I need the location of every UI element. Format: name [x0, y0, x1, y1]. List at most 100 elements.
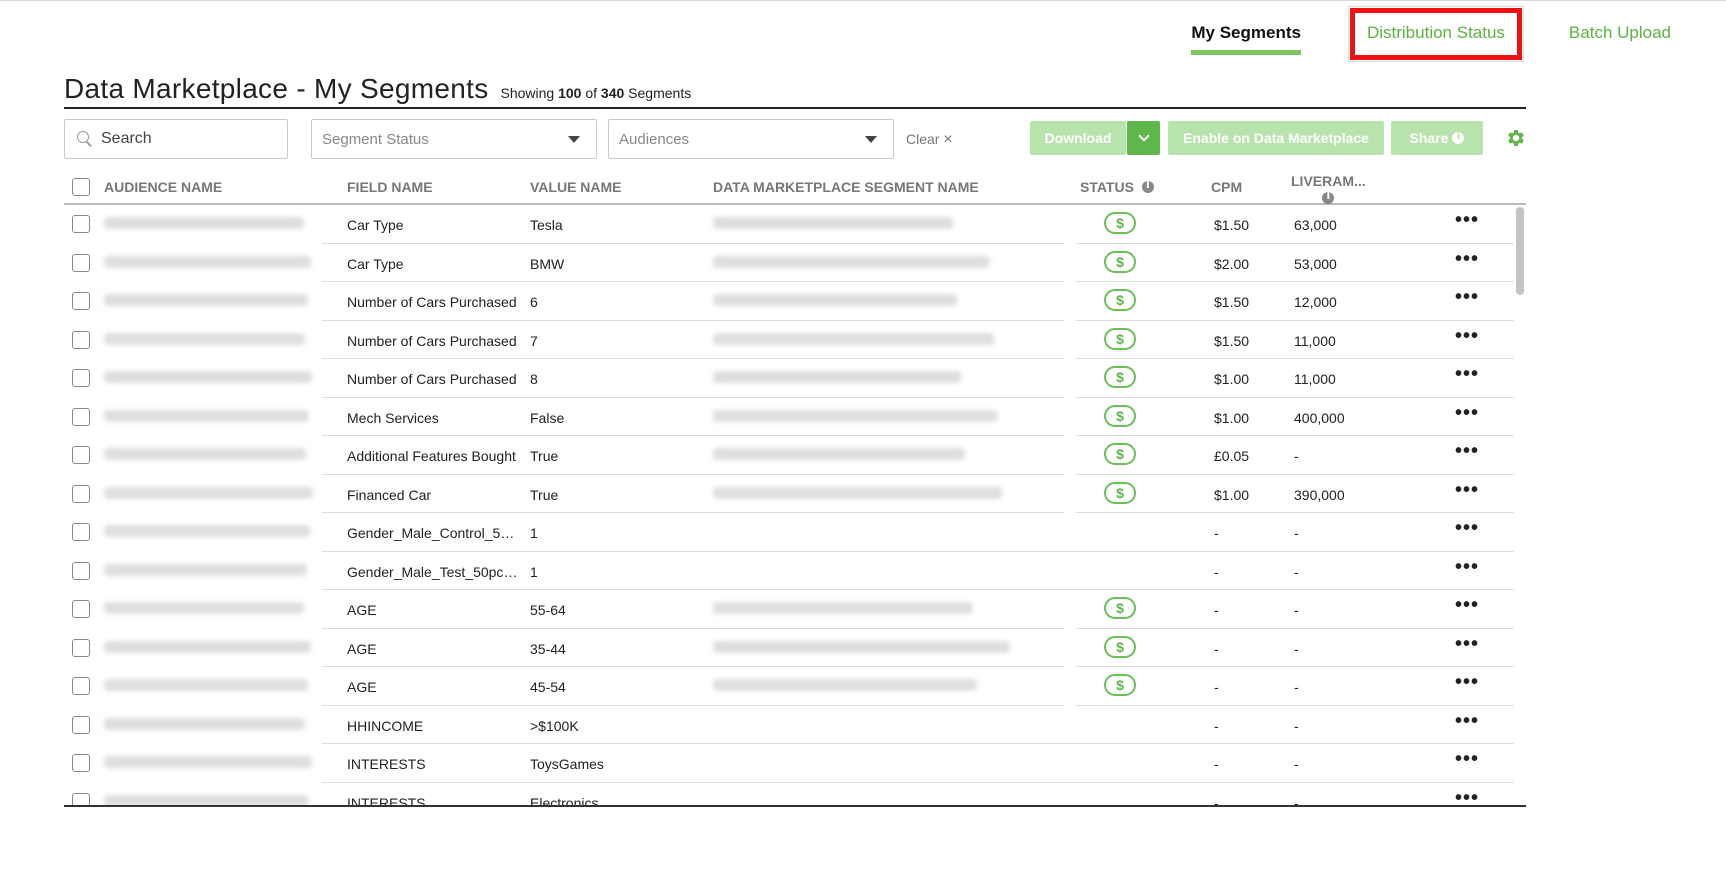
table-row[interactable]: Gender_Male_Control_50pct_Flag 1 - - •••	[64, 513, 1514, 552]
header-value-name[interactable]: VALUE NAME	[530, 179, 622, 195]
row-checkbox[interactable]	[72, 638, 90, 657]
gear-icon[interactable]	[1505, 127, 1527, 149]
dollar-status-icon: $	[1104, 481, 1136, 504]
table-row[interactable]: Gender_Male_Test_50pct_Flag 1 - - •••	[64, 552, 1514, 590]
more-options-icon[interactable]: •••	[1455, 326, 1479, 346]
reach-cell: 11,000	[1294, 332, 1336, 349]
header-status[interactable]: STATUS	[1080, 179, 1154, 195]
header-cpm[interactable]: CPM	[1211, 179, 1242, 195]
row-checkbox[interactable]	[72, 561, 90, 580]
close-icon: ×	[943, 131, 953, 148]
page-header: Data Marketplace - My Segments Showing 1…	[64, 73, 1526, 109]
more-options-icon[interactable]: •••	[1455, 672, 1479, 692]
tab-distribution-status[interactable]: Distribution Status	[1349, 8, 1522, 60]
row-checkbox[interactable]	[72, 715, 90, 734]
table-row[interactable]: INTERESTS Electronics - - •••	[64, 783, 1514, 806]
audiences-dropdown[interactable]: Audiences	[608, 119, 894, 159]
row-checkbox[interactable]	[72, 484, 90, 503]
row-checkbox[interactable]	[72, 792, 90, 805]
row-checkbox[interactable]	[72, 330, 90, 349]
table-row[interactable]: Car Type BMW $ $2.00 53,000 •••	[64, 244, 1514, 282]
header-field-name[interactable]: FIELD NAME	[347, 179, 433, 195]
value-name-cell: ToysGames	[530, 756, 604, 772]
row-checkbox[interactable]	[72, 292, 90, 310]
table-row[interactable]: Mech Services False $ $1.00 400,000 •••	[64, 398, 1514, 436]
header-liveramp[interactable]: LIVERAM...	[1291, 173, 1366, 206]
table-row[interactable]: Additional Features Bought True $ £0.05 - •••	[64, 436, 1514, 475]
audience-name-redacted	[104, 486, 313, 499]
more-options-icon[interactable]: •••	[1455, 788, 1479, 806]
audience-name-redacted	[104, 255, 311, 268]
row-checkbox[interactable]	[72, 446, 90, 464]
more-options-icon[interactable]: •••	[1455, 518, 1479, 538]
segment-status-dropdown[interactable]: Segment Status	[311, 119, 597, 159]
segment-count: Showing 100 of 340 Segments	[501, 85, 692, 101]
table-row[interactable]: AGE 55-64 $ - - •••	[64, 590, 1514, 629]
header-audience-name[interactable]: AUDIENCE NAME	[104, 179, 222, 195]
row-checkbox[interactable]	[72, 369, 90, 387]
row-checkbox[interactable]	[72, 600, 90, 618]
download-options-button[interactable]	[1127, 121, 1160, 155]
more-options-icon[interactable]: •••	[1455, 480, 1479, 500]
value-name-cell: Tesla	[530, 217, 563, 233]
reach-cell: 11,000	[1294, 371, 1336, 387]
segment-name-redacted	[713, 409, 998, 422]
share-button[interactable]: Share	[1391, 121, 1483, 155]
showing-count: 100	[558, 85, 582, 101]
audience-name-redacted	[104, 717, 305, 730]
table-row[interactable]: HHINCOME >$100K - - •••	[64, 706, 1514, 744]
table-row[interactable]: Car Type Tesla $ $1.50 63,000 •••	[64, 205, 1514, 244]
more-options-icon[interactable]: •••	[1455, 210, 1479, 230]
tab-my-segments[interactable]: My Segments	[1191, 19, 1301, 57]
header-segment-name[interactable]: DATA MARKETPLACE SEGMENT NAME	[713, 179, 979, 195]
enable-on-marketplace-button[interactable]: Enable on Data Marketplace	[1168, 121, 1384, 155]
clear-button[interactable]: Clear ×	[906, 131, 953, 149]
more-options-icon[interactable]: •••	[1455, 557, 1479, 577]
more-options-icon[interactable]: •••	[1455, 364, 1479, 384]
row-checkbox[interactable]	[72, 215, 90, 233]
row-checkbox[interactable]	[72, 677, 90, 695]
more-options-icon[interactable]: •••	[1455, 403, 1479, 423]
download-button[interactable]: Download	[1030, 121, 1126, 155]
reach-cell: 400,000	[1294, 409, 1345, 426]
page: My Segments Distribution Status Batch Up…	[0, 0, 1726, 884]
table-scrollbar[interactable]	[1516, 207, 1524, 295]
more-options-icon[interactable]: •••	[1455, 595, 1479, 615]
table-row[interactable]: INTERESTS ToysGames - - •••	[64, 744, 1514, 783]
row-checkbox[interactable]	[72, 407, 90, 426]
search-box[interactable]	[64, 119, 288, 159]
tab-batch-upload[interactable]: Batch Upload	[1569, 19, 1671, 57]
more-options-icon[interactable]: •••	[1455, 441, 1479, 461]
select-all-checkbox[interactable]	[72, 178, 90, 196]
more-options-icon[interactable]: •••	[1455, 634, 1479, 654]
table-row[interactable]: Number of Cars Purchased 7 $ $1.50 11,000 •••	[64, 321, 1514, 359]
field-name-cell: Financed Car	[347, 486, 432, 503]
row-checkbox[interactable]	[72, 523, 90, 541]
more-options-icon[interactable]: •••	[1455, 749, 1479, 769]
more-options-icon[interactable]: •••	[1455, 249, 1479, 269]
header-status-label: STATUS	[1080, 179, 1134, 195]
table-row[interactable]: Financed Car True $ $1.00 390,000 •••	[64, 475, 1514, 513]
filter-toolbar: Segment Status Audiences Clear × Downloa…	[64, 119, 1534, 161]
field-name-cell: Car Type	[347, 217, 404, 233]
table-row[interactable]: AGE 45-54 $ - - •••	[64, 667, 1514, 706]
audience-name-redacted	[104, 794, 309, 805]
table-row[interactable]: Number of Cars Purchased 8 $ $1.00 11,000 •••	[64, 359, 1514, 398]
cpm-cell: -	[1214, 717, 1219, 734]
segment-name-redacted	[713, 371, 961, 383]
search-input[interactable]	[101, 130, 281, 148]
value-name-cell: 35-44	[530, 640, 566, 657]
table-row[interactable]: AGE 35-44 $ - - •••	[64, 629, 1514, 667]
share-label: Share	[1409, 130, 1449, 146]
table-row[interactable]: Number of Cars Purchased 6 $ $1.50 12,000 •••	[64, 282, 1514, 321]
more-options-icon[interactable]: •••	[1455, 287, 1479, 307]
chevron-down-icon	[1137, 130, 1150, 142]
dollar-status-icon: $	[1104, 327, 1136, 350]
audience-name-redacted	[104, 332, 305, 345]
cpm-cell: $1.00	[1214, 486, 1250, 503]
row-checkbox[interactable]	[72, 754, 90, 772]
cpm-cell: $1.00	[1214, 409, 1250, 426]
row-checkbox[interactable]	[72, 253, 90, 272]
reach-cell: -	[1294, 602, 1299, 618]
more-options-icon[interactable]: •••	[1455, 711, 1479, 731]
